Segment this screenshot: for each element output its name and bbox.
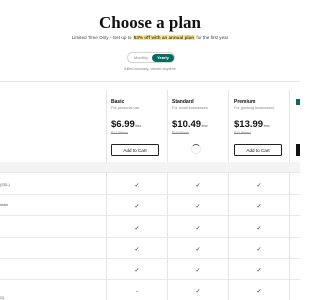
column-divider bbox=[106, 90, 107, 300]
price-period: /mo bbox=[263, 124, 270, 128]
check-icon: ✓ bbox=[256, 268, 262, 274]
header-divider bbox=[0, 81, 300, 82]
check-icon: ✓ bbox=[195, 289, 201, 295]
plan-name: Standard bbox=[172, 99, 194, 105]
plan-premium: Premium For growing businesses $13.99/mo… bbox=[234, 99, 290, 156]
check-icon: ✓ bbox=[256, 204, 262, 210]
check-icon: ✓ bbox=[256, 247, 262, 253]
feature-label: main bbox=[0, 203, 9, 207]
feature-row-divider bbox=[0, 194, 300, 195]
plan-original-price: $24.99/mo bbox=[234, 130, 251, 135]
plan-name: Basic bbox=[111, 99, 125, 105]
plan-original-price: $14.99/mo bbox=[111, 130, 128, 135]
plan-price: $6.99/mo bbox=[111, 119, 167, 130]
plan-basic: Basic For personal use $6.99/mo $14.99/m… bbox=[111, 99, 167, 156]
add-to-cart-button[interactable]: Add to Cart bbox=[111, 144, 159, 156]
feature-section-band bbox=[0, 162, 300, 172]
dash-icon: - bbox=[136, 289, 138, 295]
partial-add-to-cart-button[interactable] bbox=[296, 144, 300, 156]
add-to-cart-button[interactable]: Add to Cart bbox=[234, 144, 282, 156]
feature-row-divider bbox=[0, 258, 300, 259]
plan-partial-name-marker bbox=[296, 99, 300, 105]
check-icon: ✓ bbox=[134, 226, 140, 232]
check-icon: ✓ bbox=[256, 289, 262, 295]
plan-price: $13.99/mo bbox=[234, 119, 290, 130]
feature-row-divider bbox=[0, 172, 300, 173]
check-icon: ✓ bbox=[134, 247, 140, 253]
check-icon: ✓ bbox=[195, 226, 201, 232]
promo-text-before: Limited Time Only - Get up to bbox=[71, 35, 132, 40]
loading-spinner-icon bbox=[191, 144, 201, 154]
page-title: Choose a plan bbox=[98, 13, 202, 32]
promo-highlight: 53% off with an annual plan bbox=[132, 35, 196, 40]
column-divider bbox=[167, 90, 168, 300]
check-icon: ✓ bbox=[195, 204, 201, 210]
feature-label: (SSL) bbox=[0, 183, 10, 187]
price-period: /mo bbox=[135, 124, 142, 128]
check-icon: ✓ bbox=[134, 268, 140, 274]
check-icon: ✓ bbox=[256, 183, 262, 189]
promo-text-after: for the first year bbox=[196, 35, 229, 40]
plan-name: Premium bbox=[234, 99, 256, 105]
check-icon: ✓ bbox=[195, 247, 201, 253]
feature-row-divider bbox=[0, 279, 300, 280]
check-icon: ✓ bbox=[256, 226, 262, 232]
check-icon: ✓ bbox=[195, 183, 201, 189]
price-value: $6.99 bbox=[111, 119, 135, 130]
price-value: $10.49 bbox=[172, 119, 202, 130]
plan-standard: Standard For small businesses $10.49/mo … bbox=[172, 99, 228, 154]
feature-row-divider bbox=[0, 215, 300, 216]
promo-subtitle: Limited Time Only - Get up to 53% off wi… bbox=[0, 35, 300, 40]
plan-description: For growing businesses bbox=[234, 106, 275, 110]
price-value: $13.99 bbox=[234, 119, 264, 130]
toggle-monthly[interactable]: Monthly bbox=[131, 54, 151, 62]
plan-original-price: $19.99/mo bbox=[172, 130, 189, 135]
check-icon: ✓ bbox=[195, 268, 201, 274]
feature-row-divider bbox=[0, 237, 300, 238]
billing-toggle[interactable]: Monthly Yearly bbox=[127, 52, 175, 63]
billing-note: Billed annually, cancel anytime bbox=[124, 67, 176, 71]
plan-description: For personal use bbox=[111, 106, 140, 110]
check-icon: ✓ bbox=[134, 183, 140, 189]
check-icon: ✓ bbox=[134, 204, 140, 210]
column-divider bbox=[228, 90, 229, 300]
plan-price: $10.49/mo bbox=[172, 119, 228, 130]
price-period: /mo bbox=[201, 124, 208, 128]
feature-label: O) bbox=[0, 296, 5, 300]
plan-description: For small businesses bbox=[172, 106, 208, 110]
toggle-yearly[interactable]: Yearly bbox=[152, 54, 174, 62]
